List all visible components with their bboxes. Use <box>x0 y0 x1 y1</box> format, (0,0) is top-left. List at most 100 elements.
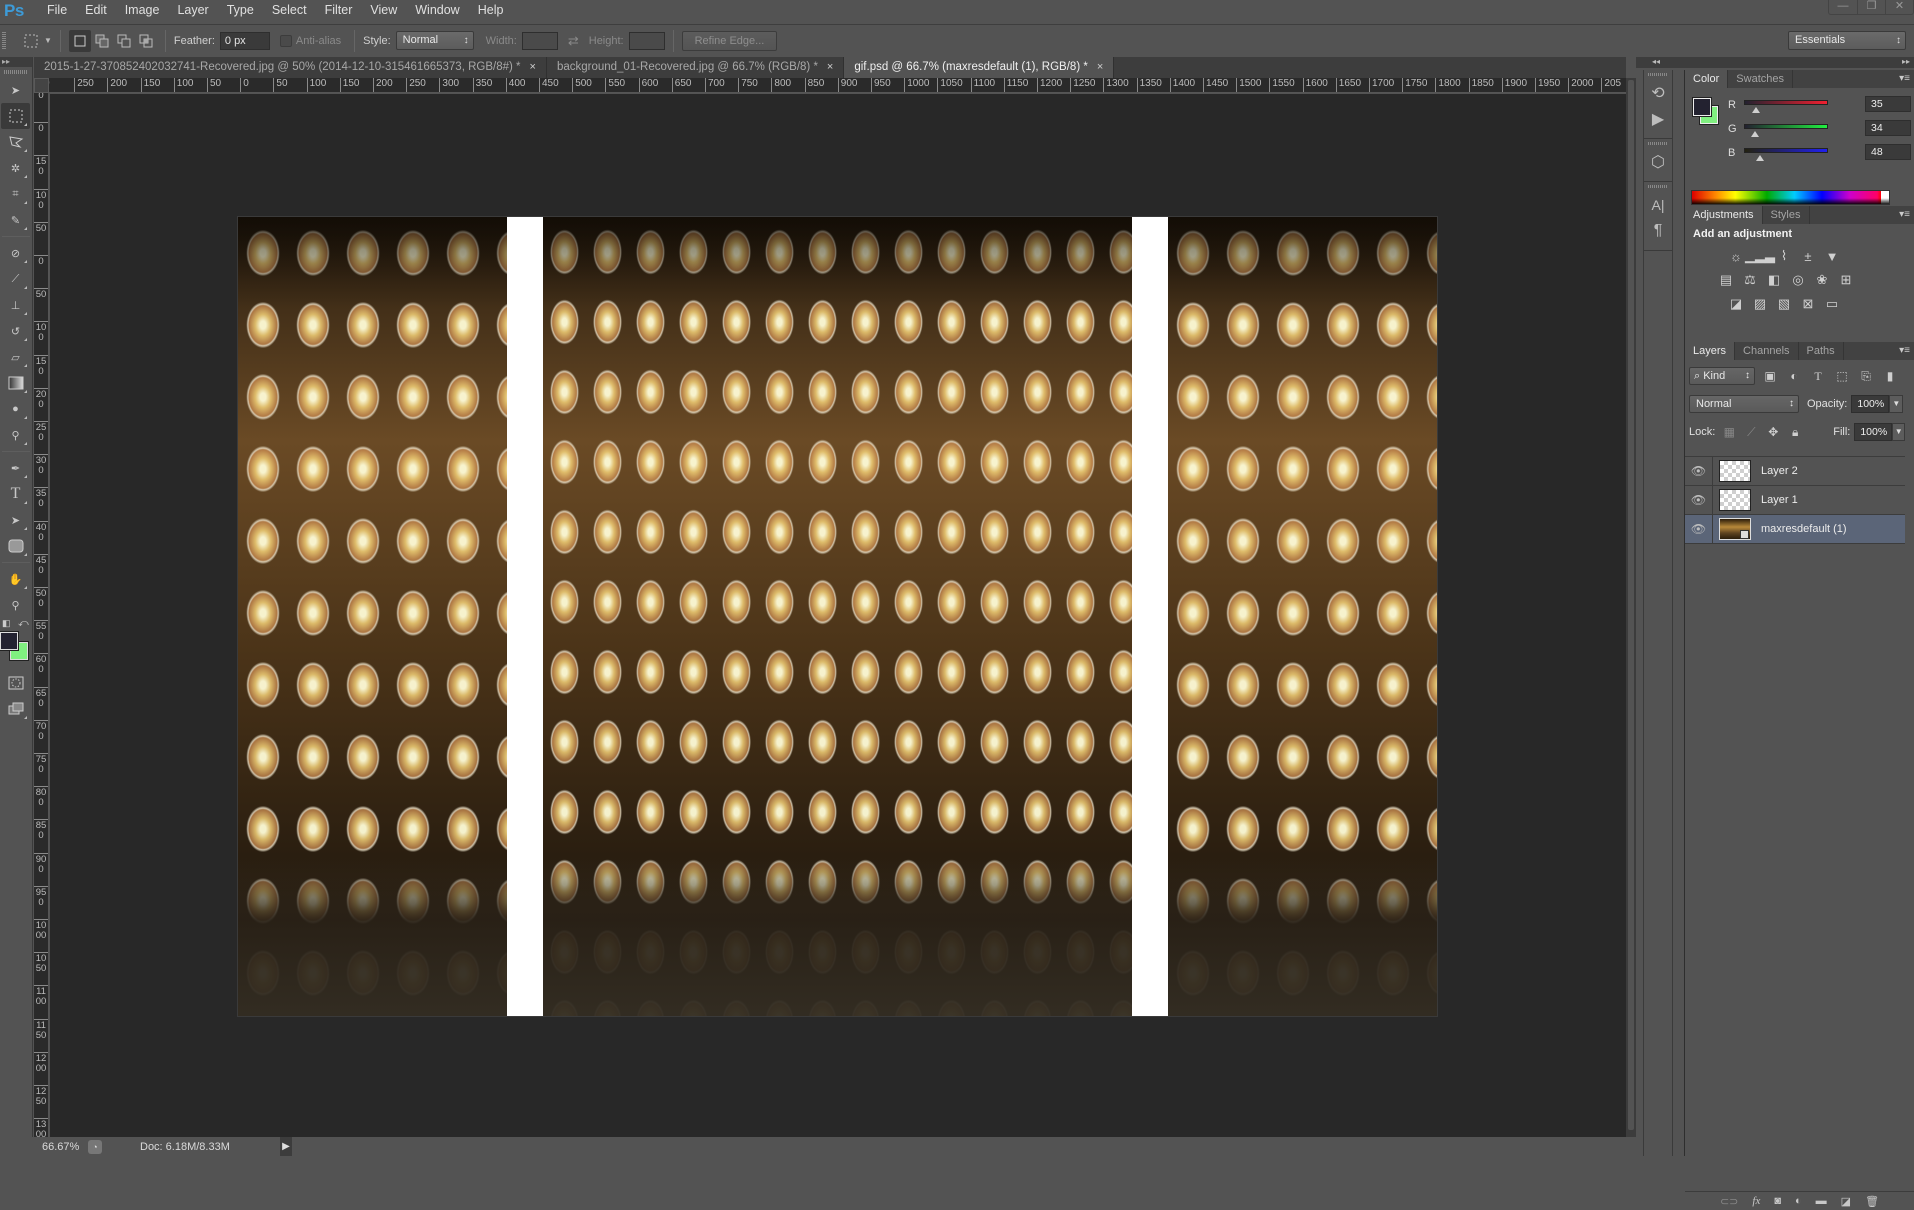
red-slider-track[interactable] <box>1744 100 1828 105</box>
close-tab-icon[interactable]: × <box>1097 57 1103 78</box>
panel-menu-icon[interactable]: ▾≡ <box>1899 342 1910 360</box>
horizontal-ruler[interactable]: 0 250 200 150 100 500 50 100 150 200 250 300 350 400 4… <box>34 78 1626 93</box>
swap-colors-icon[interactable]: ⤺ <box>18 618 29 629</box>
lock-all-icon[interactable]: 🔒︎ <box>1787 424 1803 440</box>
blue-value-input[interactable]: 48 <box>1865 144 1911 160</box>
tab-channels[interactable]: Channels <box>1735 342 1799 360</box>
selective-color-icon[interactable]: ⊠ <box>1799 296 1817 312</box>
menu-image[interactable]: Image <box>116 0 169 21</box>
marquee-preset-icon[interactable] <box>20 30 42 52</box>
posterize-icon[interactable]: ▨ <box>1751 296 1769 312</box>
tab-document-1[interactable]: 2015-1-27-370852402032741-Recovered.jpg … <box>34 57 547 78</box>
workspace-select[interactable]: Essentials <box>1788 31 1906 50</box>
move-tool[interactable]: ➤ <box>1 77 30 103</box>
brightness-contrast-icon[interactable]: ☼ <box>1727 248 1745 264</box>
swap-width-height-icon[interactable]: ⇄ <box>568 33 579 49</box>
status-menu-arrow-icon[interactable]: ▶ <box>280 1137 292 1156</box>
blue-slider-track[interactable] <box>1744 148 1828 153</box>
history-brush-tool[interactable]: ↺ <box>1 318 30 344</box>
ruler-origin[interactable] <box>34 78 49 93</box>
hand-tool[interactable]: ✋ <box>1 566 30 592</box>
filter-type-icon[interactable]: T <box>1809 368 1827 384</box>
threshold-icon[interactable]: ▧ <box>1775 296 1793 312</box>
lock-position-icon[interactable]: ✥ <box>1765 424 1781 440</box>
gradient-map-icon[interactable]: ▭ <box>1823 296 1841 312</box>
menu-view[interactable]: View <box>361 0 406 21</box>
clone-stamp-tool[interactable]: ⊥ <box>1 292 30 318</box>
pen-tool[interactable]: ✒ <box>1 455 30 481</box>
red-value-input[interactable]: 35 <box>1865 96 1911 112</box>
menu-edit[interactable]: Edit <box>76 0 116 21</box>
blue-slider-thumb[interactable] <box>1755 155 1764 161</box>
visibility-eye-icon[interactable]: 👁︎ <box>1685 514 1713 544</box>
close-tab-icon[interactable]: × <box>530 57 536 78</box>
menu-type[interactable]: Type <box>218 0 263 21</box>
close-tab-icon[interactable]: × <box>827 57 833 78</box>
tools-collapse-toggle[interactable]: ▸▸ <box>0 57 32 67</box>
scrollbar-thumb[interactable] <box>1628 80 1634 1130</box>
panel-menu-icon[interactable]: ▾≡ <box>1899 206 1910 224</box>
layer-name[interactable]: Layer 2 <box>1761 465 1798 477</box>
panel-menu-icon[interactable]: ▾≡ <box>1899 70 1910 88</box>
refine-edge-button[interactable]: Refine Edge... <box>681 30 778 51</box>
layer-row[interactable]: 👁︎ maxresdefault (1) <box>1685 514 1905 544</box>
fill-dropdown[interactable]: ▼ <box>1892 423 1905 441</box>
path-selection-tool[interactable]: ➤ <box>1 507 30 533</box>
magic-wand-tool[interactable]: ✲ <box>1 155 30 181</box>
intersect-selection-icon[interactable] <box>135 30 157 52</box>
filter-smart-object-icon[interactable]: ⎘ <box>1857 368 1875 384</box>
restore-button[interactable]: ❐ <box>1857 0 1885 14</box>
crop-tool[interactable]: ⌗ <box>1 181 30 207</box>
add-mask-icon[interactable]: ◙ <box>1774 1195 1781 1207</box>
menu-window[interactable]: Window <box>406 0 468 21</box>
green-value-input[interactable]: 34 <box>1865 120 1911 136</box>
gradient-tool[interactable] <box>1 370 30 396</box>
invert-icon[interactable]: ◪ <box>1727 296 1745 312</box>
tab-layers[interactable]: Layers <box>1685 342 1736 360</box>
document-canvas[interactable] <box>238 217 1437 1016</box>
blend-mode-select[interactable]: Normal <box>1689 395 1799 413</box>
link-layers-icon[interactable]: ⊂⊃ <box>1720 1195 1738 1208</box>
lasso-tool[interactable] <box>1 129 30 155</box>
opacity-dropdown[interactable]: ▼ <box>1889 395 1904 413</box>
width-input[interactable] <box>521 31 558 50</box>
layer-row[interactable]: 👁︎ Layer 2 <box>1685 456 1905 486</box>
dock-grip[interactable] <box>1648 185 1668 188</box>
tab-swatches[interactable]: Swatches <box>1728 70 1793 88</box>
add-to-selection-icon[interactable] <box>91 30 113 52</box>
antialias-checkbox[interactable] <box>279 34 292 47</box>
green-slider-thumb[interactable] <box>1751 131 1760 137</box>
vertical-ruler[interactable]: 0 0 150 100 50 0 50 100 150 200 250 300 350 400 450 500… <box>34 93 49 1137</box>
hue-saturation-icon[interactable]: ▤ <box>1717 272 1735 288</box>
type-tool[interactable]: T <box>1 481 30 507</box>
opacity-input[interactable]: 100% <box>1851 395 1890 413</box>
dock-grip[interactable] <box>1648 73 1668 76</box>
filter-toggle-icon[interactable]: ▮ <box>1881 368 1899 384</box>
style-select[interactable]: Normal <box>395 31 474 50</box>
zoom-level[interactable]: 66.67% <box>34 1141 88 1153</box>
tab-paths[interactable]: Paths <box>1799 342 1844 360</box>
menu-file[interactable]: File <box>38 0 76 21</box>
layer-style-fx-icon[interactable]: fx <box>1752 1195 1760 1207</box>
foreground-color-swatch[interactable] <box>1692 97 1712 117</box>
actions-play-icon[interactable]: ▶ <box>1644 106 1672 132</box>
new-group-icon[interactable]: ▬ <box>1816 1195 1827 1207</box>
levels-icon[interactable]: ▁▂▃ <box>1745 248 1775 264</box>
blur-tool[interactable]: ● <box>1 396 30 422</box>
paragraph-icon[interactable]: ¶ <box>1644 218 1672 244</box>
eraser-tool[interactable]: ▱ <box>1 344 30 370</box>
preset-dropdown-arrow-icon[interactable]: ▼ <box>44 36 52 45</box>
layer-filter-kind-select[interactable]: ⌕ Kind <box>1689 367 1755 385</box>
collapse-right-icon[interactable]: ▸▸ <box>1902 57 1910 66</box>
filter-shape-icon[interactable]: ⬚ <box>1833 368 1851 384</box>
close-window-button[interactable]: ✕ <box>1885 0 1913 14</box>
menu-select[interactable]: Select <box>263 0 316 21</box>
layer-row[interactable]: 👁︎ Layer 1 <box>1685 485 1905 515</box>
color-spectrum-ramp[interactable] <box>1691 190 1890 205</box>
document-profile-icon[interactable]: ◔ <box>88 1139 102 1154</box>
menu-filter[interactable]: Filter <box>316 0 362 21</box>
new-selection-icon[interactable] <box>68 29 91 52</box>
tab-styles[interactable]: Styles <box>1763 206 1810 224</box>
lock-image-icon[interactable]: ⟋ <box>1743 424 1759 440</box>
red-slider-thumb[interactable] <box>1751 107 1760 113</box>
